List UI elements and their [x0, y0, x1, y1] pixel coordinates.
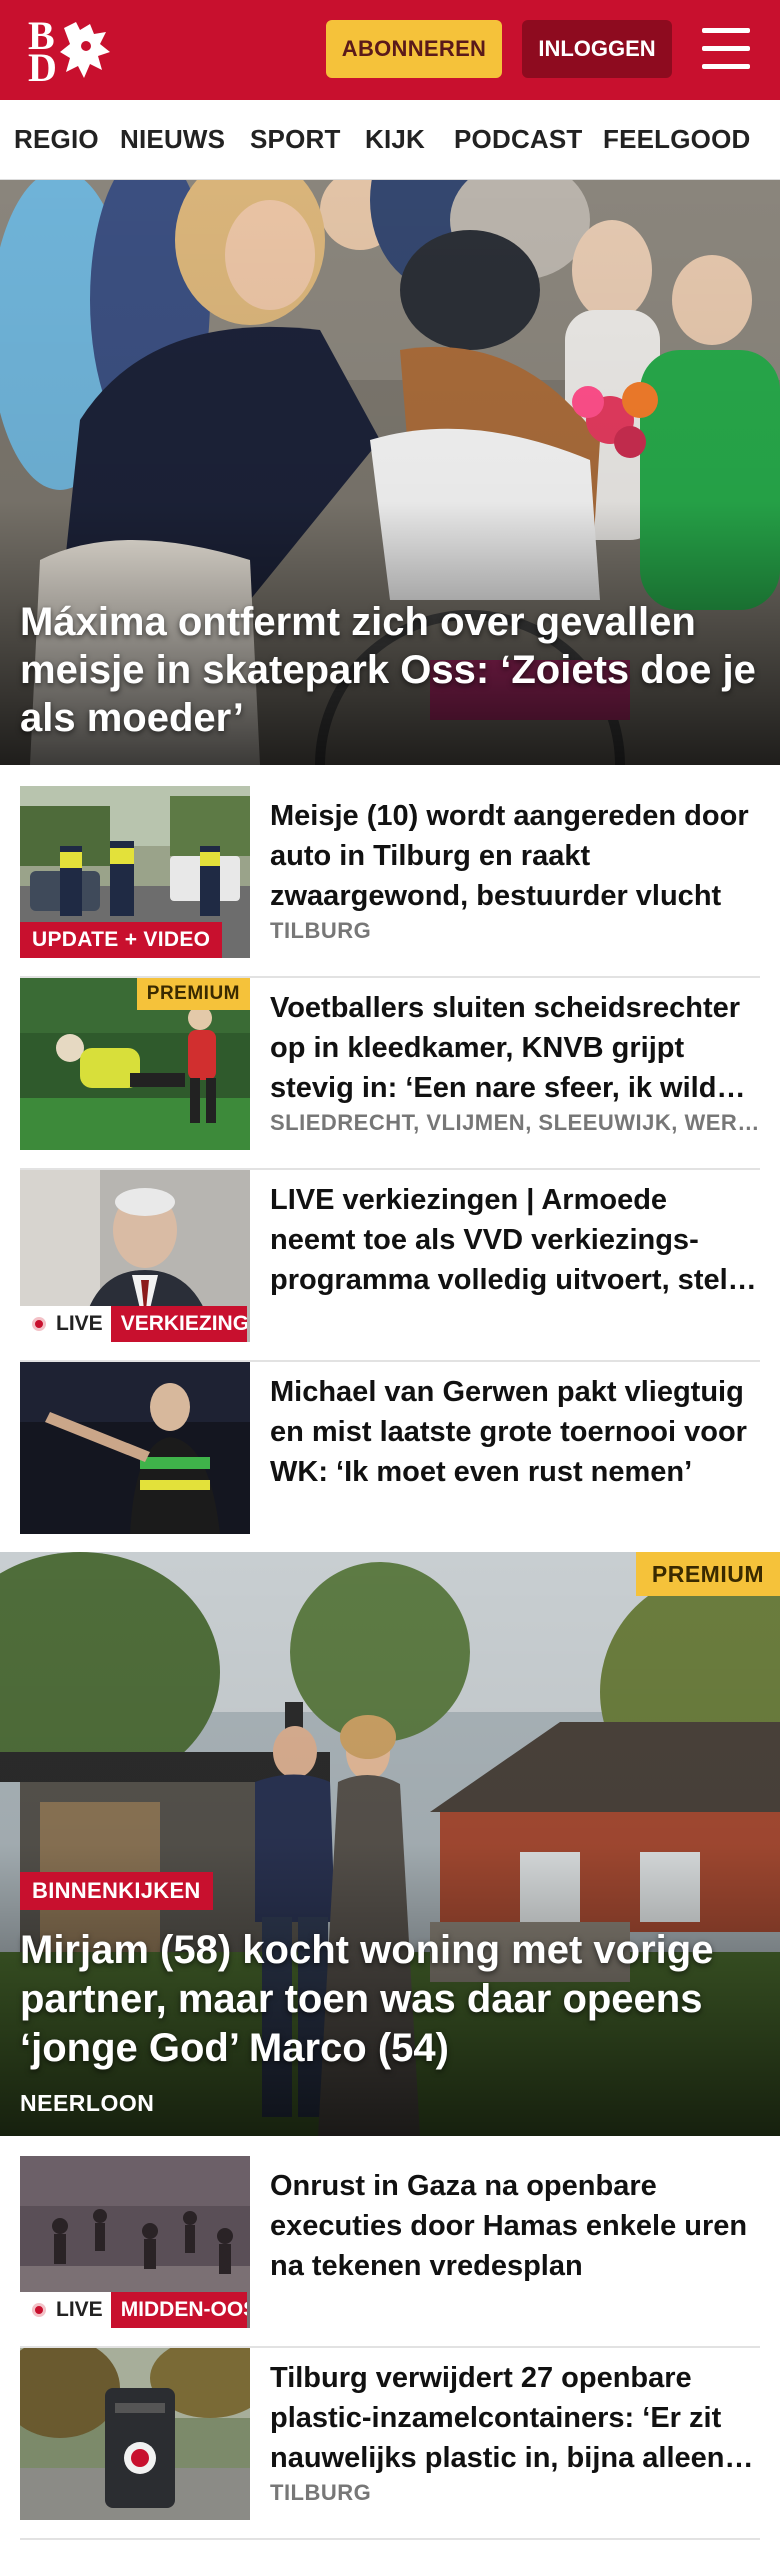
- nav-item-sport[interactable]: SPORT: [250, 124, 341, 155]
- nav-item-kijk[interactable]: KIJK: [365, 124, 425, 155]
- article-title[interactable]: LIVE verkiezingen | Armoede neemt toe al…: [270, 1180, 760, 1300]
- live-badge-group: LIVE VERKIEZINGEN: [20, 1306, 247, 1342]
- article-location: TILBURG: [270, 918, 372, 943]
- article-title[interactable]: Onrust in Gaza na openbare executies doo…: [270, 2166, 760, 2286]
- feature-title[interactable]: Mirjam (58) kocht woning met vorige part…: [20, 1926, 760, 2073]
- site-header: B D ABONNEREN INLOGGEN: [0, 0, 780, 100]
- section-nav: REGIO NIEUWS SPORT KIJK PODCAST FEELGOOD: [0, 100, 780, 180]
- hamburger-menu-icon[interactable]: [700, 26, 752, 72]
- dragon-logo-icon: [60, 22, 110, 78]
- article-title[interactable]: Michael van Gerwen pakt vliegtuig en mis…: [270, 1372, 760, 1492]
- nav-item-feelgood[interactable]: FEELGOOD: [603, 124, 751, 155]
- live-badge: LIVE: [20, 2292, 111, 2328]
- article-item[interactable]: PREMIUM Voetballers sluiten scheidsrech­…: [20, 978, 760, 1170]
- premium-badge: PREMIUM: [136, 978, 250, 1010]
- article-thumbnail: [20, 1362, 250, 1534]
- premium-badge: PREMIUM: [635, 1552, 780, 1596]
- hero-article[interactable]: Máxima ontfermt zich over gevallen meisj…: [0, 180, 780, 765]
- article-title[interactable]: Tilburg verwijdert 27 openbare plastic-i…: [270, 2358, 760, 2478]
- thumbnail-photo: [20, 2348, 250, 2520]
- nav-scroll-fade: [750, 100, 780, 179]
- nav-item-nieuws[interactable]: NIEUWS: [120, 124, 225, 155]
- article-thumbnail: LIVE VERKIEZINGEN: [20, 1170, 250, 1342]
- login-button[interactable]: INLOGGEN: [522, 20, 672, 78]
- category-tag[interactable]: BINNENKIJKEN: [20, 1872, 213, 1910]
- article-thumbnail: LIVE MIDDEN-OOSTEN: [20, 2156, 250, 2328]
- logo-letter-d: D: [28, 45, 57, 90]
- live-badge: LIVE: [20, 1306, 111, 1342]
- thumbnail-photo: [20, 1362, 250, 1534]
- live-topic-tag: VERKIEZINGEN: [110, 1306, 247, 1342]
- live-label: LIVE: [56, 1312, 103, 1335]
- article-item[interactable]: Michael van Gerwen pakt vliegtuig en mis…: [20, 1362, 760, 1554]
- article-thumbnail: UPDATE + VIDEO: [20, 786, 250, 958]
- nav-item-podcast[interactable]: PODCAST: [454, 124, 583, 155]
- hero-title[interactable]: Máxima ontfermt zich over gevallen meisj…: [20, 598, 760, 742]
- article-title[interactable]: Voetballers sluiten scheidsrech­ter op i…: [270, 988, 760, 1108]
- update-video-badge: UPDATE + VIDEO: [20, 922, 223, 958]
- article-item[interactable]: UPDATE + VIDEO Meisje (10) wordt aangere…: [20, 786, 760, 978]
- subscribe-button[interactable]: ABONNEREN: [326, 20, 502, 78]
- feature-location: NEERLOON: [20, 2090, 155, 2116]
- article-location: SLIEDRECHT, VLIJMEN, SLEEUWIJK, WERKENDA…: [270, 1110, 760, 1135]
- article-thumbnail: PREMIUM: [20, 978, 250, 1150]
- live-dot-icon: [32, 1317, 46, 1331]
- live-topic-tag: MIDDEN-OOSTEN: [110, 2292, 247, 2328]
- article-item[interactable]: Tilburg verwijdert 27 openbare plastic-i…: [20, 2348, 760, 2540]
- article-thumbnail: [20, 2348, 250, 2520]
- article-title[interactable]: Meisje (10) wordt aangereden door auto i…: [270, 796, 760, 916]
- live-badge-group: LIVE MIDDEN-OOSTEN: [20, 2292, 247, 2328]
- article-item[interactable]: LIVE MIDDEN-OOSTEN Onrust in Gaza na ope…: [20, 2156, 760, 2348]
- site-logo[interactable]: B D: [26, 14, 116, 90]
- live-label: LIVE: [56, 2298, 103, 2321]
- article-location: TILBURG: [270, 2480, 372, 2505]
- nav-item-regio[interactable]: REGIO: [14, 124, 99, 155]
- live-dot-icon: [32, 2303, 46, 2317]
- feature-article[interactable]: PREMIUM BINNENKIJKEN Mirjam (58) kocht w…: [0, 1552, 780, 2136]
- article-item[interactable]: LIVE VERKIEZINGEN LIVE verkiezingen | Ar…: [20, 1170, 760, 1362]
